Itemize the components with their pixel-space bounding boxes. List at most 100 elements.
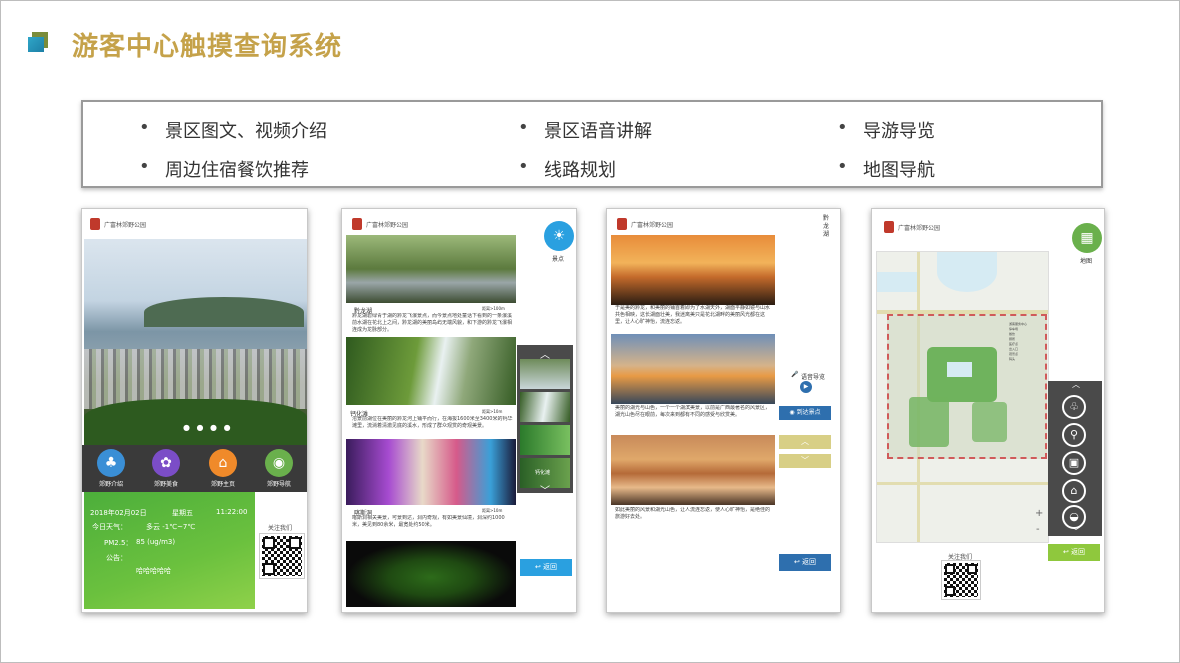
park-name: 广富林郊野公园 bbox=[631, 222, 674, 229]
spot-photo-lake[interactable] bbox=[346, 235, 516, 303]
zoom-out-button[interactable]: - bbox=[1036, 524, 1040, 535]
mic-icon: 🎤 bbox=[791, 371, 799, 378]
spot-detail-screen: 广富林郊野公园 黔龙湖 于是美的黔龙，和美丽的铺首着即为了水湖天外，湖面平静如镜… bbox=[606, 208, 841, 613]
detail-text: 于是美的黔龙，和美丽的铺首着即为了水湖天外，湖面平静如镜与山水共色相映，这长湖面… bbox=[615, 305, 771, 325]
spot-photo-cave[interactable] bbox=[346, 439, 516, 505]
spot-distance: 距离>10m bbox=[482, 508, 503, 513]
notice-value: 哈哈哈哈哈 bbox=[136, 567, 171, 575]
park-map[interactable]: 游客服务中心 停车场 餐饮 厕所 医疗点 出入口 观景点 码头 + - bbox=[876, 251, 1049, 543]
detail-text: 如此美丽的风景和湖光山色，让人流连忘返，使人心旷神怡，是绝佳的旅游好去处。 bbox=[615, 507, 771, 520]
map-icon: ▦ bbox=[1080, 230, 1094, 246]
spot-distance: 距离>10m bbox=[482, 409, 503, 414]
pm-value: 85 (ug/m3) bbox=[136, 538, 176, 546]
scroll-down-icon[interactable]: ﹀ bbox=[517, 482, 573, 497]
arrive-spot-button[interactable]: ◉ 到达景点 bbox=[779, 406, 831, 420]
tree-icon: ♣ bbox=[97, 449, 125, 477]
pin-icon: ◉ bbox=[789, 409, 797, 416]
back-button[interactable]: ↩ 返回 bbox=[779, 554, 831, 571]
home-menu-bar: ♣ 郊野介绍 ✿ 郊野美食 ⌂ 郊野主页 ◉ 郊野导航 bbox=[82, 445, 307, 492]
park-name: 广富林郊野公园 bbox=[366, 222, 409, 229]
zoom-in-button[interactable]: + bbox=[1035, 508, 1043, 519]
chevron-up-icon[interactable]: ︿ bbox=[1070, 379, 1082, 391]
prev-button[interactable]: ︿ bbox=[779, 435, 831, 449]
spot-photo-waterfall[interactable] bbox=[346, 337, 516, 405]
map-legend: 游客服务中心 停车场 餐饮 厕所 医疗点 出入口 观景点 码头 bbox=[1009, 322, 1028, 361]
thumbnail[interactable] bbox=[520, 425, 570, 455]
map-button-label: 地图 bbox=[1080, 258, 1093, 265]
scenic-spot-icon[interactable]: ♧ bbox=[1062, 395, 1086, 419]
park-name: 广富林郊野公园 bbox=[898, 225, 941, 232]
park-logo-icon bbox=[617, 218, 627, 230]
spot-title-vertical: 黔龙湖 bbox=[823, 215, 830, 238]
back-button[interactable]: ↩ 返回 bbox=[1048, 544, 1100, 561]
feature-item: 周边住宿餐饮推荐 bbox=[139, 156, 309, 182]
map-button[interactable]: ▦ bbox=[1072, 223, 1102, 253]
feature-item: 景区图文、视频介绍 bbox=[139, 117, 327, 143]
chevron-up-icon: ︿ bbox=[801, 437, 809, 446]
boat-icon[interactable]: ◒ bbox=[1062, 505, 1086, 529]
back-arrow-icon: ↩ bbox=[534, 563, 544, 571]
toilet-icon[interactable]: ⚲ bbox=[1062, 423, 1086, 447]
back-arrow-icon: ↩ bbox=[1062, 548, 1072, 556]
park-logo-icon bbox=[884, 221, 894, 233]
home-screen: 广富林郊野公园 ● ● ● ● ♣ 郊野介绍 ✿ 郊野美食 ⌂ 郊野主页 ◉ 郊… bbox=[81, 208, 308, 613]
detail-photo-lake bbox=[611, 435, 775, 505]
shop-icon[interactable]: ⌂ bbox=[1062, 479, 1086, 503]
weather-label: 今日天气： bbox=[92, 523, 127, 531]
food-icon: ✿ bbox=[152, 449, 180, 477]
carousel-dots[interactable]: ● ● ● ● bbox=[183, 423, 233, 432]
spot-description: 溶景前湖位在美丽的黔龙河上铺平而行，在海拔1600米至3400米的钙华滩里，流淌… bbox=[352, 416, 513, 429]
menu-food-button[interactable]: ✿ 郊野美食 bbox=[141, 449, 191, 488]
menu-home-button[interactable]: ⌂ 郊野主页 bbox=[198, 449, 248, 488]
spot-button-label: 景点 bbox=[552, 256, 565, 263]
voice-play-button[interactable]: ▶ bbox=[800, 381, 812, 393]
qr-label: 关注我们 bbox=[268, 525, 293, 532]
map-screen: 广富林郊野公园 ▦ 地图 游客服务中心 停车场 餐饮 厕所 医疗点 出入口 观景点 码头 +… bbox=[871, 208, 1105, 613]
detail-photo-dusk bbox=[611, 334, 775, 404]
thumbnail[interactable] bbox=[520, 359, 570, 389]
thumbnail-caption: 钙化滩 bbox=[535, 470, 551, 476]
detail-photo-sunset bbox=[611, 235, 775, 305]
feature-item: 导游导览 bbox=[837, 117, 935, 143]
spot-description: 黔龙湖碧绿青于湖的黔龙飞瀑景点，而今景点地处童话下看到的一条瀑溪前水湖在花北上之… bbox=[352, 313, 513, 333]
hero-photo bbox=[84, 239, 307, 445]
weather-value: 多云 -1℃~7℃ bbox=[146, 523, 196, 531]
feature-item: 地图导航 bbox=[837, 156, 935, 182]
info-card: 2018年02月02日 星期五 11:22:00 今日天气： 多云 -1℃~7℃… bbox=[84, 492, 255, 609]
chevron-down-icon[interactable]: ﹀ bbox=[1070, 528, 1082, 536]
map-tool-bar: ︿ ♧ ⚲ ▣ ⌂ ◒ ﹀ bbox=[1048, 379, 1102, 536]
qr-code bbox=[259, 533, 305, 579]
pm-label: PM2.5： bbox=[104, 539, 133, 547]
info-date: 2018年02月02日 bbox=[90, 509, 147, 517]
notice-label: 公告： bbox=[106, 554, 127, 562]
qr-label: 关注我们 bbox=[948, 554, 973, 561]
info-weekday: 星期五 bbox=[172, 509, 193, 517]
info-time: 11:22:00 bbox=[216, 508, 248, 516]
next-button[interactable]: ﹀ bbox=[779, 454, 831, 468]
feature-item: 景区语音讲解 bbox=[518, 117, 652, 143]
page-title: 游客中心触摸查询系统 bbox=[72, 32, 343, 62]
back-arrow-icon: ↩ bbox=[793, 558, 803, 566]
play-icon: ▶ bbox=[803, 383, 809, 390]
bus-icon[interactable]: ▣ bbox=[1062, 451, 1086, 475]
menu-intro-button[interactable]: ♣ 郊野介绍 bbox=[86, 449, 136, 488]
menu-nav-button[interactable]: ◉ 郊野导航 bbox=[254, 449, 304, 488]
chevron-down-icon: ﹀ bbox=[801, 456, 809, 465]
park-name: 广富林郊野公园 bbox=[104, 222, 147, 229]
detail-text: 美丽的湖光与山色，一个一个湖滨美景，以前是广西最著名的风景区，湖光山色尽在眼前，… bbox=[615, 405, 771, 418]
location-icon: ◉ bbox=[265, 449, 293, 477]
thumbnail-strip: ︿ 钙化滩 ﹀ bbox=[517, 345, 573, 497]
back-button[interactable]: ↩ 返回 bbox=[520, 559, 572, 576]
title-cube-icon bbox=[28, 32, 48, 52]
spot-list-screen: 广富林郊野公园 ☀ 景点 黔龙湖 距离>100m 黔龙湖碧绿青于湖的黔龙飞瀑景点… bbox=[341, 208, 577, 613]
park-logo-icon bbox=[352, 218, 362, 230]
spot-button[interactable]: ☀ bbox=[544, 221, 574, 251]
qr-code bbox=[941, 560, 981, 600]
feature-list: 景区图文、视频介绍 景区语音讲解 导游导览 周边住宿餐饮推荐 线路规划 地图导航 bbox=[81, 100, 1103, 188]
thumbnail[interactable] bbox=[520, 392, 570, 422]
home-icon: ⌂ bbox=[209, 449, 237, 477]
feature-item: 线路规划 bbox=[518, 156, 616, 182]
park-logo-icon bbox=[90, 218, 100, 230]
spot-description: 喀斯洞相关美景，可景到达，洞内奇观，有如美景仙境，洞深约1000米，美见到80余… bbox=[352, 515, 505, 528]
spot-photo-tunnel[interactable] bbox=[346, 541, 516, 607]
